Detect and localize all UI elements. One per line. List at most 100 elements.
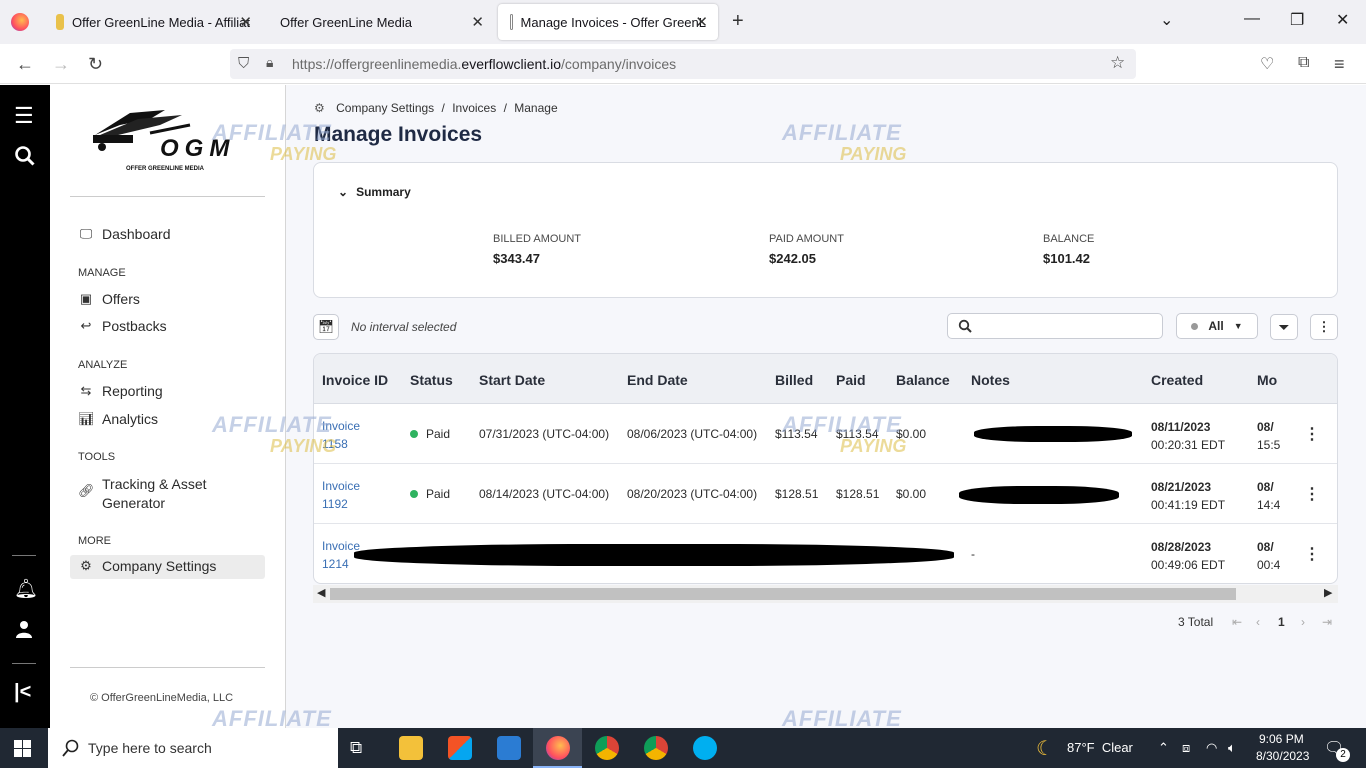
bell-icon[interactable]: 🔔︎ <box>14 577 38 601</box>
more-options-button[interactable]: ⋮ <box>1310 314 1338 340</box>
invoices-table: Invoice ID Status Start Date End Date Bi… <box>313 353 1338 584</box>
table-horizontal-scrollbar[interactable]: ◀ ▶ <box>313 585 1338 603</box>
tab-manage-invoices[interactable]: Manage Invoices - Offer GreenL ✕ <box>498 4 718 40</box>
search-input[interactable] <box>947 313 1163 339</box>
firefox-icon[interactable] <box>546 736 570 760</box>
first-page-icon[interactable]: ⇤ <box>1232 615 1242 629</box>
summary-toggle[interactable]: ⌄ Summary <box>338 185 411 199</box>
volume-icon[interactable]: 🔈︎ <box>1228 740 1236 756</box>
col-balance[interactable]: Balance <box>896 372 950 388</box>
scroll-left-icon[interactable]: ◀ <box>317 586 325 599</box>
sidebar-item-analytics[interactable]: 📊︎ Analytics <box>78 411 158 427</box>
paid-status-dot-icon <box>410 430 418 438</box>
mail-icon[interactable] <box>497 736 521 760</box>
table-row[interactable]: Invoice 1192 Paid 08/14/2023 (UTC-04:00)… <box>314 464 1337 524</box>
tab-affiliate[interactable]: Offer GreenLine Media - Affiliat ✕ <box>44 4 262 40</box>
status-filter-select[interactable]: All ▼ <box>1176 313 1258 339</box>
scroll-right-icon[interactable]: ▶ <box>1324 586 1332 599</box>
funnel-icon: ⏷ <box>1278 318 1290 335</box>
file-explorer-icon[interactable] <box>399 736 423 760</box>
sidebar-item-offers[interactable]: ▣ Offers <box>78 291 140 307</box>
row-actions-icon[interactable]: ⋮ <box>1304 424 1320 444</box>
close-tab-icon[interactable]: ✕ <box>695 13 708 31</box>
close-tab-icon[interactable]: ✕ <box>471 13 484 31</box>
current-page[interactable]: 1 <box>1278 615 1285 629</box>
table-row[interactable]: Invoice 1214 - 08/28/2023 00:49:06 EDT 0… <box>314 524 1337 583</box>
reload-icon[interactable]: ↻ <box>88 54 103 75</box>
windows-start-icon[interactable] <box>14 740 31 757</box>
wifi-icon[interactable]: ◠ <box>1206 740 1217 756</box>
new-tab-icon[interactable]: + <box>732 10 744 33</box>
col-start-date[interactable]: Start Date <box>479 372 545 388</box>
prev-page-icon[interactable]: ‹ <box>1256 615 1260 629</box>
back-icon[interactable]: ← <box>16 54 34 75</box>
date-range-button[interactable]: 📅︎ <box>313 314 339 340</box>
hamburger-menu-icon[interactable]: ☰ <box>14 103 34 129</box>
close-tab-icon[interactable]: ✕ <box>239 13 252 31</box>
weather-text[interactable]: 87°F Clear <box>1067 740 1133 755</box>
tab-label: Offer GreenLine Media - Affiliat <box>71 14 250 30</box>
extensions-icon[interactable]: ⧉ <box>1298 54 1309 72</box>
everflow-favicon-icon <box>510 14 513 30</box>
watermark: PAYING <box>270 144 337 164</box>
col-billed[interactable]: Billed <box>775 372 813 388</box>
sidebar-footer: © OfferGreenLineMedia, LLC <box>90 692 234 704</box>
tray-chevron-icon[interactable]: ⌃ <box>1158 740 1169 756</box>
shield-icon[interactable]: ⛉ <box>238 55 249 72</box>
sidebar-item-postbacks[interactable]: ↩ Postbacks <box>78 318 167 334</box>
sidebar-item-tracking[interactable]: 🔗︎ Tracking & Asset Generator <box>78 475 207 513</box>
microsoft-store-icon[interactable] <box>448 736 472 760</box>
search-icon <box>958 319 972 333</box>
windows-taskbar: Type here to search ⧉ ☾ 87°F Clear ⌃ ⧈ ◠… <box>0 728 1366 768</box>
search-icon[interactable] <box>14 145 36 173</box>
collapse-sidebar-icon[interactable]: |< <box>14 681 31 704</box>
last-page-icon[interactable]: ⇥ <box>1322 615 1332 629</box>
firefox-menu-icon[interactable] <box>11 13 29 31</box>
network-icon[interactable]: ⧈ <box>1182 740 1190 756</box>
minimize-icon[interactable]: — <box>1244 10 1260 28</box>
clock-time[interactable]: 9:06 PM <box>1259 732 1304 746</box>
url-domain: everflowclient.io <box>461 56 562 72</box>
app-menu-icon[interactable]: ≡ <box>1334 54 1345 75</box>
bookmark-star-icon[interactable]: ☆ <box>1110 53 1125 73</box>
row-actions-icon[interactable]: ⋮ <box>1304 544 1320 564</box>
section-more: MORE <box>78 535 111 547</box>
col-end-date[interactable]: End Date <box>627 372 688 388</box>
end-date-cell: 08/06/2023 (UTC-04:00) <box>627 427 758 441</box>
row-actions-icon[interactable]: ⋮ <box>1304 484 1320 504</box>
col-notes[interactable]: Notes <box>971 372 1010 388</box>
task-view-icon[interactable]: ⧉ <box>350 738 362 758</box>
col-status[interactable]: Status <box>410 372 453 388</box>
forward-icon[interactable]: → <box>52 54 70 75</box>
skype-icon[interactable] <box>693 736 717 760</box>
window-close-icon[interactable]: ✕ <box>1336 10 1349 30</box>
col-created[interactable]: Created <box>1151 372 1203 388</box>
sidebar-item-company-settings[interactable]: ⚙ Company Settings <box>78 558 216 574</box>
next-page-icon[interactable]: › <box>1301 615 1305 629</box>
modified-cell: 08/ 00:4 <box>1257 538 1280 574</box>
invoice-link[interactable]: Invoice 1192 <box>322 477 360 513</box>
col-paid[interactable]: Paid <box>836 372 866 388</box>
clock-date[interactable]: 8/30/2023 <box>1256 749 1309 763</box>
lock-icon[interactable]: 🔒︎ <box>266 54 273 71</box>
scrollbar-thumb[interactable] <box>330 588 1236 600</box>
col-invoice-id[interactable]: Invoice ID <box>322 372 388 388</box>
col-modified[interactable]: Mo <box>1257 372 1277 388</box>
start-date-cell: 08/14/2023 (UTC-04:00) <box>479 487 610 501</box>
list-tabs-icon[interactable]: ⌄ <box>1160 10 1173 30</box>
breadcrumb-invoices[interactable]: Invoices <box>452 101 496 115</box>
sidebar-item-reporting[interactable]: ⇆ Reporting <box>78 383 163 399</box>
modified-cell: 08/ 15:5 <box>1257 418 1280 454</box>
tab-offer-greenline[interactable]: Offer GreenLine Media ✕ <box>268 4 494 40</box>
breadcrumb-company-settings[interactable]: Company Settings <box>336 101 434 115</box>
chrome-profile-icon[interactable] <box>644 736 668 760</box>
taskbar-search-box[interactable]: Type here to search <box>48 728 338 768</box>
filter-button[interactable]: ⏷ <box>1270 314 1298 340</box>
user-icon[interactable] <box>14 619 34 645</box>
restore-icon[interactable]: ❐ <box>1290 10 1304 30</box>
sidebar-item-dashboard[interactable]: 🖵 Dashboard <box>78 226 171 242</box>
url-bar[interactable]: ⛉ 🔒︎ https://offergreenlinemedia.everflo… <box>230 49 1136 79</box>
pocket-icon[interactable]: ♡ <box>1260 54 1274 74</box>
chrome-icon[interactable] <box>595 736 619 760</box>
notification-count-badge: 2 <box>1336 748 1350 762</box>
